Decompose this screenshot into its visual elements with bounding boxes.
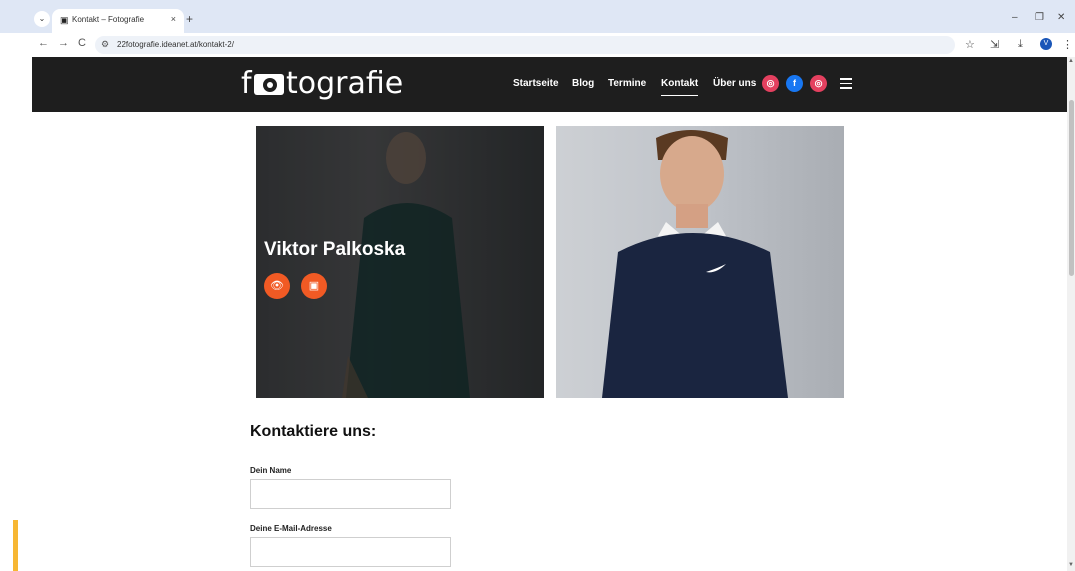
tab-title: Kontakt – Fotografie bbox=[72, 15, 145, 24]
site-info-icon[interactable]: ⚙ bbox=[101, 39, 109, 50]
scrollbar-thumb[interactable] bbox=[1069, 100, 1074, 276]
address-bar[interactable]: ⚙ 22fotografie.ideanet.at/kontakt-2/ bbox=[95, 36, 955, 54]
portrait-figure-left bbox=[256, 126, 544, 398]
facebook-icon[interactable]: f bbox=[786, 75, 803, 92]
download-icon[interactable]: ⤓ bbox=[1018, 38, 1023, 51]
forward-icon[interactable]: → bbox=[58, 37, 69, 49]
close-tab-icon[interactable]: × bbox=[171, 14, 176, 24]
gallery-card-button[interactable]: ▣ bbox=[301, 273, 327, 299]
reload-icon[interactable]: C bbox=[78, 37, 86, 49]
nav-startseite[interactable]: Startseite bbox=[513, 78, 559, 89]
name-input[interactable] bbox=[250, 479, 451, 509]
new-tab-button[interactable]: + bbox=[186, 12, 193, 26]
restore-icon[interactable]: ❐ bbox=[1035, 12, 1044, 23]
contact-heading: Kontaktiere uns: bbox=[250, 423, 377, 440]
back-icon[interactable]: ← bbox=[38, 37, 49, 49]
browser-menu-icon[interactable]: ⋮ bbox=[1062, 38, 1073, 51]
scroll-up-icon[interactable]: ▲ bbox=[1068, 58, 1074, 64]
bookmark-star-icon[interactable]: ☆ bbox=[965, 38, 975, 51]
nav-termine[interactable]: Termine bbox=[608, 78, 646, 89]
logo-lens-center bbox=[267, 82, 273, 88]
hamburger-menu-icon[interactable] bbox=[840, 78, 852, 92]
url-text[interactable]: 22fotografie.ideanet.at/kontakt-2/ bbox=[117, 40, 234, 49]
photo-overlay-title[interactable]: Viktor Palkoska bbox=[264, 239, 405, 261]
instagram-icon[interactable]: ◎ bbox=[810, 75, 827, 92]
close-window-icon[interactable]: ✕ bbox=[1057, 12, 1065, 23]
browser-toolbar: ← → C ⚙ 22fotografie.ideanet.at/kontakt-… bbox=[0, 33, 1075, 57]
email-input[interactable] bbox=[250, 537, 451, 567]
left-accent-bar bbox=[13, 520, 18, 571]
email-label: Deine E-Mail-Adresse bbox=[250, 524, 332, 533]
nav-blog[interactable]: Blog bbox=[572, 78, 594, 89]
logo-letter[interactable]: f bbox=[241, 66, 252, 101]
extensions-icon[interactable]: ⇲ bbox=[990, 38, 999, 51]
instagram-icon[interactable]: ◎ bbox=[762, 75, 779, 92]
gallery-photo-light[interactable] bbox=[556, 126, 844, 398]
active-nav-underline bbox=[661, 95, 698, 96]
gallery-photo-dark[interactable] bbox=[256, 126, 544, 398]
portrait-figure-right bbox=[602, 130, 788, 398]
tab-search-icon[interactable]: ⌄ bbox=[34, 11, 50, 27]
view-eye-button[interactable]: 👁 bbox=[264, 273, 290, 299]
site-header: f tografie Startseite Blog Termine Konta… bbox=[32, 57, 1067, 112]
camera-icon: ▣ bbox=[60, 15, 69, 25]
logo-text[interactable]: tografie bbox=[286, 66, 403, 101]
minimize-icon[interactable]: – bbox=[1012, 12, 1018, 23]
nav-kontakt[interactable]: Kontakt bbox=[661, 78, 698, 89]
browser-tab-bar: ⌄ ▣ Kontakt – Fotografie × + – ❐ ✕ bbox=[0, 0, 1075, 33]
scroll-down-icon[interactable]: ▼ bbox=[1068, 562, 1074, 568]
browser-tab[interactable]: ▣ Kontakt – Fotografie × bbox=[52, 9, 184, 33]
profile-avatar[interactable]: V bbox=[1040, 38, 1052, 50]
nav-ueber-uns[interactable]: Über uns bbox=[713, 78, 756, 89]
name-label: Dein Name bbox=[250, 466, 292, 475]
